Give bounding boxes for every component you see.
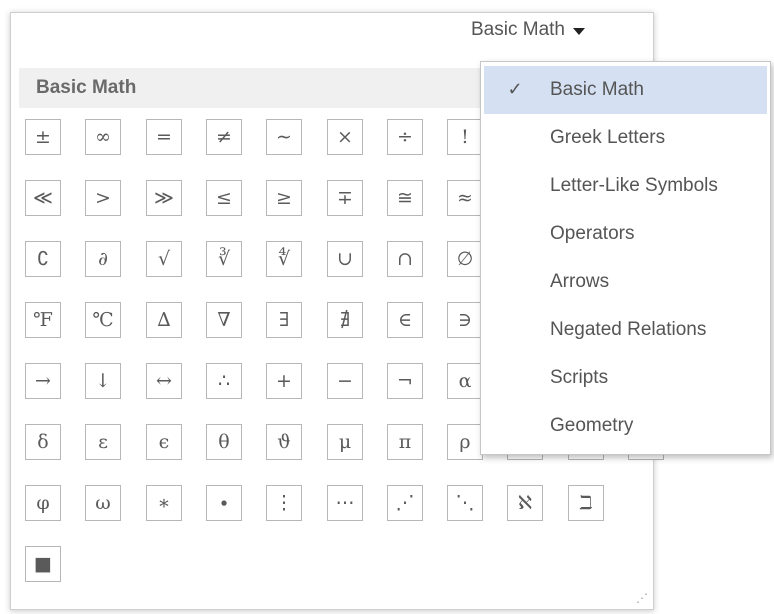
menu-item-geometry[interactable]: Geometry bbox=[484, 402, 767, 450]
symbol-button[interactable]: ∜ bbox=[266, 241, 302, 277]
symbol-button[interactable]: → bbox=[25, 363, 61, 399]
symbol-button[interactable]: ⋰ bbox=[387, 485, 423, 521]
symbol-button[interactable]: ∄ bbox=[327, 302, 363, 338]
symbol-button[interactable]: ω bbox=[85, 485, 121, 521]
menu-item-label: Negated Relations bbox=[550, 319, 707, 340]
symbol-button[interactable]: ÷ bbox=[387, 119, 423, 155]
symbol-button[interactable]: × bbox=[327, 119, 363, 155]
symbol-button[interactable]: ⋯ bbox=[327, 485, 363, 521]
menu-item-operators[interactable]: Operators bbox=[484, 210, 767, 258]
symbol-button[interactable]: ∃ bbox=[266, 302, 302, 338]
symbol-button[interactable]: ≤ bbox=[206, 180, 242, 216]
symbol-button[interactable]: μ bbox=[327, 424, 363, 460]
symbol-button[interactable]: ■ bbox=[25, 546, 61, 582]
symbol-button[interactable]: φ bbox=[25, 485, 61, 521]
symbol-button[interactable]: ± bbox=[25, 119, 61, 155]
menu-item-label: Basic Math bbox=[550, 79, 644, 100]
menu-item-letter-like-symbols[interactable]: Letter-Like Symbols bbox=[484, 162, 767, 210]
symbol-button[interactable]: + bbox=[266, 363, 302, 399]
symbol-button[interactable]: δ bbox=[25, 424, 61, 460]
symbol-button[interactable]: ¬ bbox=[387, 363, 423, 399]
symbol-button[interactable]: ϵ bbox=[146, 424, 182, 460]
menu-item-label: Letter-Like Symbols bbox=[550, 175, 718, 196]
symbol-button[interactable]: = bbox=[146, 119, 182, 155]
menu-item-arrows[interactable]: Arrows bbox=[484, 258, 767, 306]
symbol-button[interactable]: ↓ bbox=[85, 363, 121, 399]
symbol-button[interactable]: ϑ bbox=[266, 424, 302, 460]
symbol-button[interactable]: ℃ bbox=[85, 302, 121, 338]
symbol-button[interactable]: ∴ bbox=[206, 363, 242, 399]
symbol-button[interactable]: ℵ bbox=[507, 485, 543, 521]
menu-item-greek-letters[interactable]: Greek Letters bbox=[484, 114, 767, 162]
symbol-button[interactable]: ∆ bbox=[146, 302, 182, 338]
resize-grip-icon[interactable]: ⋰ bbox=[636, 591, 648, 605]
symbol-button[interactable]: θ bbox=[206, 424, 242, 460]
symbol-button[interactable]: ∋ bbox=[447, 302, 483, 338]
menu-item-basic-math[interactable]: ✓ Basic Math bbox=[484, 66, 767, 114]
symbol-button[interactable]: ∞ bbox=[85, 119, 121, 155]
symbol-button[interactable]: ∈ bbox=[387, 302, 423, 338]
menu-item-label: Operators bbox=[550, 223, 635, 244]
symbol-button[interactable]: ⋱ bbox=[447, 485, 483, 521]
symbol-button[interactable]: π bbox=[387, 424, 423, 460]
symbol-button[interactable]: ∇ bbox=[206, 302, 242, 338]
symbol-button[interactable]: ℉ bbox=[25, 302, 61, 338]
symbol-button[interactable]: ∛ bbox=[206, 241, 242, 277]
menu-item-label: Geometry bbox=[550, 415, 634, 436]
symbol-button[interactable]: ∪ bbox=[327, 241, 363, 277]
symbol-button[interactable]: ≅ bbox=[387, 180, 423, 216]
symbol-button[interactable]: ∼ bbox=[266, 119, 302, 155]
symbol-button[interactable]: ∂ bbox=[85, 241, 121, 277]
symbol-button[interactable]: ∁ bbox=[25, 241, 61, 277]
symbol-button[interactable]: ρ bbox=[447, 424, 483, 460]
symbol-button[interactable]: α bbox=[447, 363, 483, 399]
menu-item-label: Scripts bbox=[550, 367, 609, 388]
menu-item-scripts[interactable]: Scripts bbox=[484, 354, 767, 402]
symbol-button[interactable]: ≫ bbox=[146, 180, 182, 216]
symbol-button[interactable]: − bbox=[327, 363, 363, 399]
category-dropdown[interactable]: Basic Math bbox=[471, 16, 585, 44]
symbol-button[interactable]: ! bbox=[447, 119, 483, 155]
symbol-button[interactable]: ε bbox=[85, 424, 121, 460]
symbol-button[interactable]: ≥ bbox=[266, 180, 302, 216]
symbol-button[interactable]: > bbox=[85, 180, 121, 216]
symbol-button[interactable]: ∓ bbox=[327, 180, 363, 216]
category-dropdown-label: Basic Math bbox=[471, 19, 565, 40]
symbol-button[interactable]: ∩ bbox=[387, 241, 423, 277]
symbol-button[interactable]: ≪ bbox=[25, 180, 61, 216]
menu-item-label: Arrows bbox=[550, 271, 610, 292]
symbol-button[interactable]: ≈ bbox=[447, 180, 483, 216]
symbol-button[interactable]: ↔ bbox=[146, 363, 182, 399]
symbol-button[interactable]: ∗ bbox=[146, 485, 182, 521]
checkmark-icon: ✓ bbox=[507, 79, 523, 99]
symbol-button[interactable]: ℶ bbox=[568, 485, 604, 521]
symbol-button[interactable]: ∅ bbox=[447, 241, 483, 277]
section-title: Basic Math bbox=[36, 77, 137, 98]
category-menu: ✓ Basic Math Greek Letters Letter-Like Symb… bbox=[480, 61, 771, 455]
caret-down-icon bbox=[572, 27, 585, 35]
symbol-button[interactable]: ≠ bbox=[206, 119, 242, 155]
menu-item-label: Greek Letters bbox=[550, 127, 666, 148]
symbol-button[interactable]: √ bbox=[146, 241, 182, 277]
symbol-button[interactable]: ⋮ bbox=[266, 485, 302, 521]
menu-item-negated-relations[interactable]: Negated Relations bbox=[484, 306, 767, 354]
symbol-button[interactable]: ∙ bbox=[206, 485, 242, 521]
